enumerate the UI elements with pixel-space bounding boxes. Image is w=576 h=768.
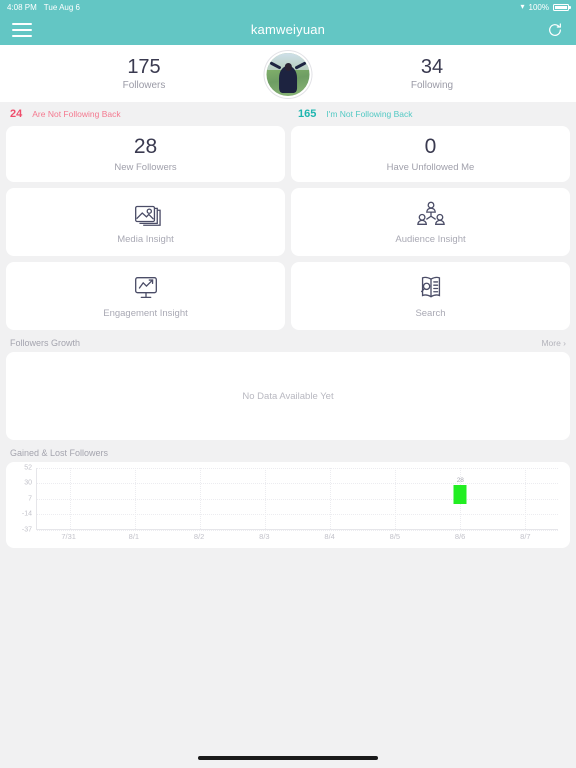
gained-lost-title: Gained & Lost Followers bbox=[10, 448, 109, 458]
navigation-bar: kamweiyuan bbox=[0, 14, 576, 45]
grid-line-vertical bbox=[525, 468, 527, 529]
x-tick-label: 8/4 bbox=[324, 532, 335, 541]
im-not-following-back-label: I'm Not Following Back bbox=[326, 109, 413, 119]
followers-growth-section: Followers Growth More › No Data Availabl… bbox=[0, 338, 576, 440]
grid-line-horizontal bbox=[37, 513, 558, 515]
have-unfollowed-me-card[interactable]: 0 Have Unfollowed Me bbox=[291, 126, 570, 182]
have-unfollowed-me-count: 0 bbox=[424, 135, 437, 159]
search-card[interactable]: Search bbox=[291, 262, 570, 330]
no-data-message: No Data Available Yet bbox=[242, 390, 334, 402]
app-screen: 4:08 PM Tue Aug 6 ▾ 100% kamweiyuan 175 … bbox=[0, 0, 576, 768]
grid-line-horizontal bbox=[37, 499, 558, 501]
page-title: kamweiyuan bbox=[250, 22, 326, 37]
header-stats: 175 Followers 34 Following bbox=[0, 45, 576, 102]
chart-bar-value-label: 28 bbox=[456, 476, 464, 484]
media-insight-card[interactable]: Media Insight bbox=[6, 188, 285, 256]
x-tick-label: 8/6 bbox=[454, 532, 466, 541]
wifi-icon: ▾ bbox=[520, 2, 525, 11]
following-label: Following bbox=[410, 80, 454, 91]
not-following-back-row[interactable]: 24 Are Not Following Back bbox=[0, 108, 288, 120]
home-indicator bbox=[198, 756, 378, 760]
audience-insight-icon bbox=[414, 199, 448, 229]
status-date: Tue Aug 6 bbox=[43, 2, 80, 12]
hamburger-menu-icon[interactable] bbox=[12, 22, 32, 37]
followers-label: Followers bbox=[122, 80, 166, 91]
chart-plot: 28 bbox=[36, 468, 558, 531]
refresh-icon[interactable] bbox=[546, 21, 564, 39]
x-tick-label: 8/5 bbox=[389, 532, 401, 541]
new-followers-card[interactable]: 28 New Followers bbox=[6, 126, 285, 182]
new-followers-label: New Followers bbox=[114, 161, 177, 173]
audience-insight-card[interactable]: Audience Insight bbox=[291, 188, 570, 256]
x-tick-label: 8/3 bbox=[259, 532, 270, 541]
media-insight-label: Media Insight bbox=[117, 234, 174, 245]
engagement-insight-label: Engagement Insight bbox=[103, 308, 188, 319]
grid-line-vertical bbox=[199, 468, 201, 529]
audience-insight-label: Audience Insight bbox=[395, 234, 466, 245]
x-tick-label: 8/2 bbox=[193, 532, 205, 541]
search-book-icon bbox=[414, 273, 448, 303]
status-bar-right: ▾ 100% bbox=[520, 2, 571, 12]
follow-back-strip: 24 Are Not Following Back 165 I'm Not Fo… bbox=[0, 102, 576, 126]
x-tick-label: 7/31 bbox=[61, 532, 76, 541]
new-followers-count: 28 bbox=[133, 135, 158, 159]
following-stat[interactable]: 34 Following bbox=[288, 56, 576, 91]
grid-line-horizontal bbox=[37, 468, 558, 469]
followers-growth-header: Followers Growth More › bbox=[6, 338, 570, 352]
y-tick-label: 30 bbox=[24, 479, 32, 487]
chart-y-axis: 52 30 7 -14 -37 bbox=[10, 464, 34, 534]
y-tick-label: 7 bbox=[28, 495, 32, 503]
avatar[interactable] bbox=[264, 51, 312, 98]
not-following-back-label: Are Not Following Back bbox=[32, 109, 121, 119]
grid-line-horizontal bbox=[37, 530, 558, 531]
engagement-insight-icon bbox=[129, 273, 163, 303]
followers-growth-panel: No Data Available Yet bbox=[6, 352, 570, 440]
avatar-image bbox=[266, 53, 310, 96]
grid-line-vertical bbox=[134, 468, 136, 529]
y-tick-label: -14 bbox=[21, 510, 32, 518]
following-count: 34 bbox=[420, 56, 444, 78]
not-following-back-count: 24 bbox=[10, 108, 23, 120]
y-tick-label: 52 bbox=[24, 464, 32, 472]
battery-icon bbox=[553, 3, 571, 11]
card-grid: 28 New Followers 0 Have Unfollowed Me Me… bbox=[0, 126, 576, 330]
gained-lost-section: Gained & Lost Followers 52 30 7 -14 -37 28 7… bbox=[0, 448, 576, 548]
battery-percent-label: 100% bbox=[528, 2, 549, 12]
engagement-insight-card[interactable]: Engagement Insight bbox=[6, 262, 285, 330]
have-unfollowed-me-label: Have Unfollowed Me bbox=[386, 161, 475, 173]
im-not-following-back-row[interactable]: 165 I'm Not Following Back bbox=[288, 108, 576, 120]
gained-lost-chart-panel: 52 30 7 -14 -37 28 7/31 8/1 8/2 8/3 8/4 8/5 8/6 8/7 bbox=[6, 462, 570, 548]
search-label: Search bbox=[415, 308, 446, 319]
chart-x-axis: 7/31 8/1 8/2 8/3 8/4 8/5 8/6 8/7 bbox=[36, 532, 558, 544]
x-tick-label: 8/7 bbox=[520, 532, 531, 541]
status-bar: 4:08 PM Tue Aug 6 ▾ 100% bbox=[0, 0, 576, 14]
followers-count: 175 bbox=[127, 56, 161, 78]
gained-lost-header: Gained & Lost Followers bbox=[6, 448, 570, 462]
followers-growth-more-link[interactable]: More › bbox=[541, 338, 566, 348]
followers-stat[interactable]: 175 Followers bbox=[0, 56, 288, 91]
chart-area: 52 30 7 -14 -37 28 7/31 8/1 8/2 8/3 8/4 8/5 8/6 8/7 bbox=[10, 464, 562, 546]
im-not-following-back-count: 165 bbox=[298, 108, 317, 120]
grid-line-vertical bbox=[69, 468, 71, 529]
chart-bar[interactable] bbox=[453, 484, 467, 505]
grid-line-horizontal bbox=[37, 483, 558, 485]
x-tick-label: 8/1 bbox=[128, 532, 140, 541]
grid-line-vertical bbox=[395, 468, 397, 529]
status-bar-left: 4:08 PM Tue Aug 6 bbox=[7, 3, 80, 12]
status-time: 4:08 PM bbox=[7, 2, 37, 12]
media-insight-icon bbox=[129, 199, 163, 229]
grid-line-vertical bbox=[330, 468, 332, 529]
grid-line-vertical bbox=[264, 468, 266, 529]
y-tick-label: -37 bbox=[21, 526, 32, 534]
followers-growth-title: Followers Growth bbox=[10, 338, 81, 348]
